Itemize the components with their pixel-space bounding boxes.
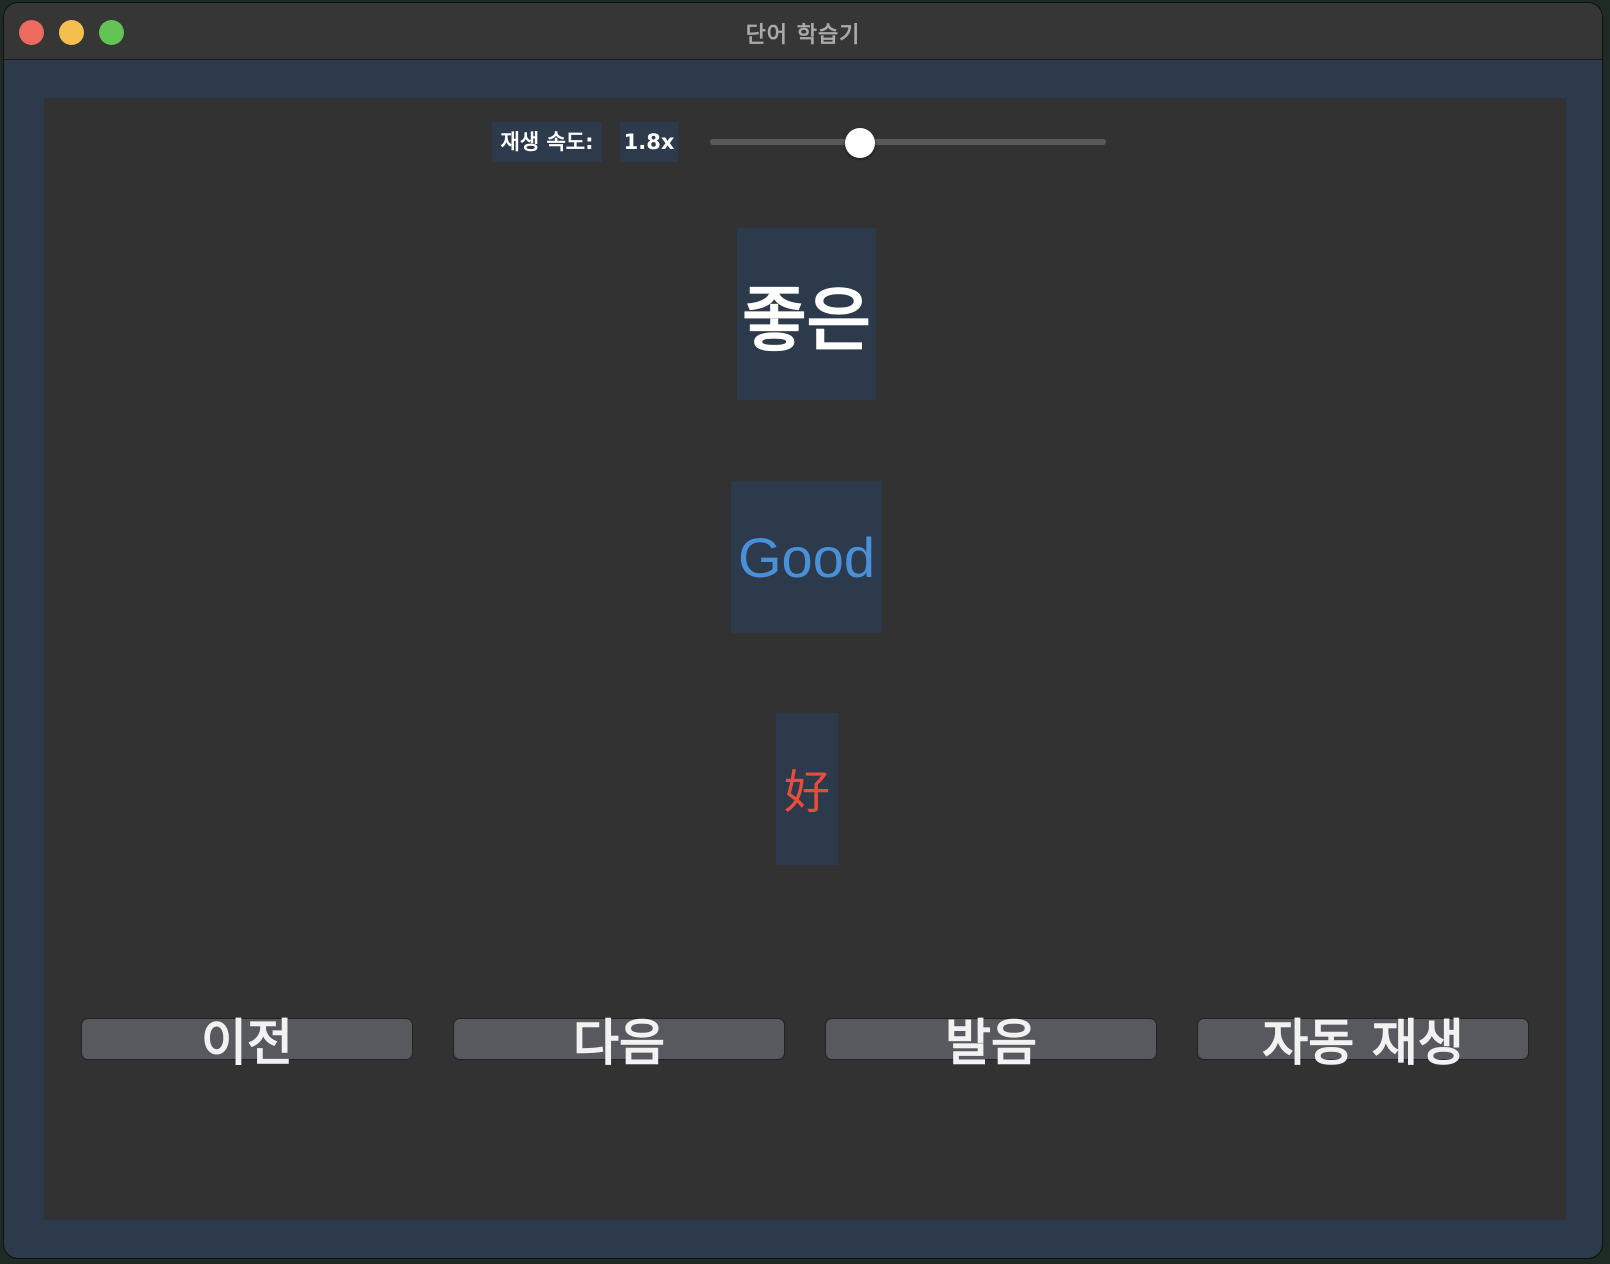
pronounce-button-label: 발음 — [945, 1014, 1037, 1072]
english-word-card: Good — [731, 481, 882, 633]
autoplay-button[interactable]: 자동 재생 — [1197, 1018, 1529, 1068]
autoplay-button-label: 자동 재생 — [1262, 1014, 1464, 1072]
pronounce-button[interactable]: 발음 — [825, 1018, 1157, 1068]
main-content: 재생 속도: 1.8x 좋은 Good 好 이전 다음 발음 자동 재생 — [44, 98, 1566, 1220]
window-title: 단어 학습기 — [745, 23, 861, 48]
slider-thumb[interactable] — [845, 128, 876, 158]
hanja-card: 好 — [776, 713, 838, 865]
slider-track[interactable] — [710, 139, 1106, 145]
hanja-character: 好 — [784, 765, 830, 819]
speed-slider[interactable] — [710, 128, 1106, 158]
korean-word-card: 좋은 — [737, 228, 876, 400]
previous-button[interactable]: 이전 — [81, 1018, 413, 1068]
korean-word: 좋은 — [742, 278, 871, 361]
next-button[interactable]: 다음 — [453, 1018, 785, 1068]
speed-value: 1.8x — [620, 122, 678, 162]
app-window: 단어 학습기 재생 속도: 1.8x 좋은 Good 好 이전 다음 발음 자동… — [4, 3, 1602, 1258]
previous-button-label: 이전 — [201, 1014, 293, 1072]
next-button-label: 다음 — [573, 1014, 665, 1072]
english-meaning: Good — [738, 525, 875, 589]
speed-label: 재생 속도: — [492, 122, 602, 162]
title-bar[interactable]: 단어 학습기 — [4, 3, 1602, 60]
